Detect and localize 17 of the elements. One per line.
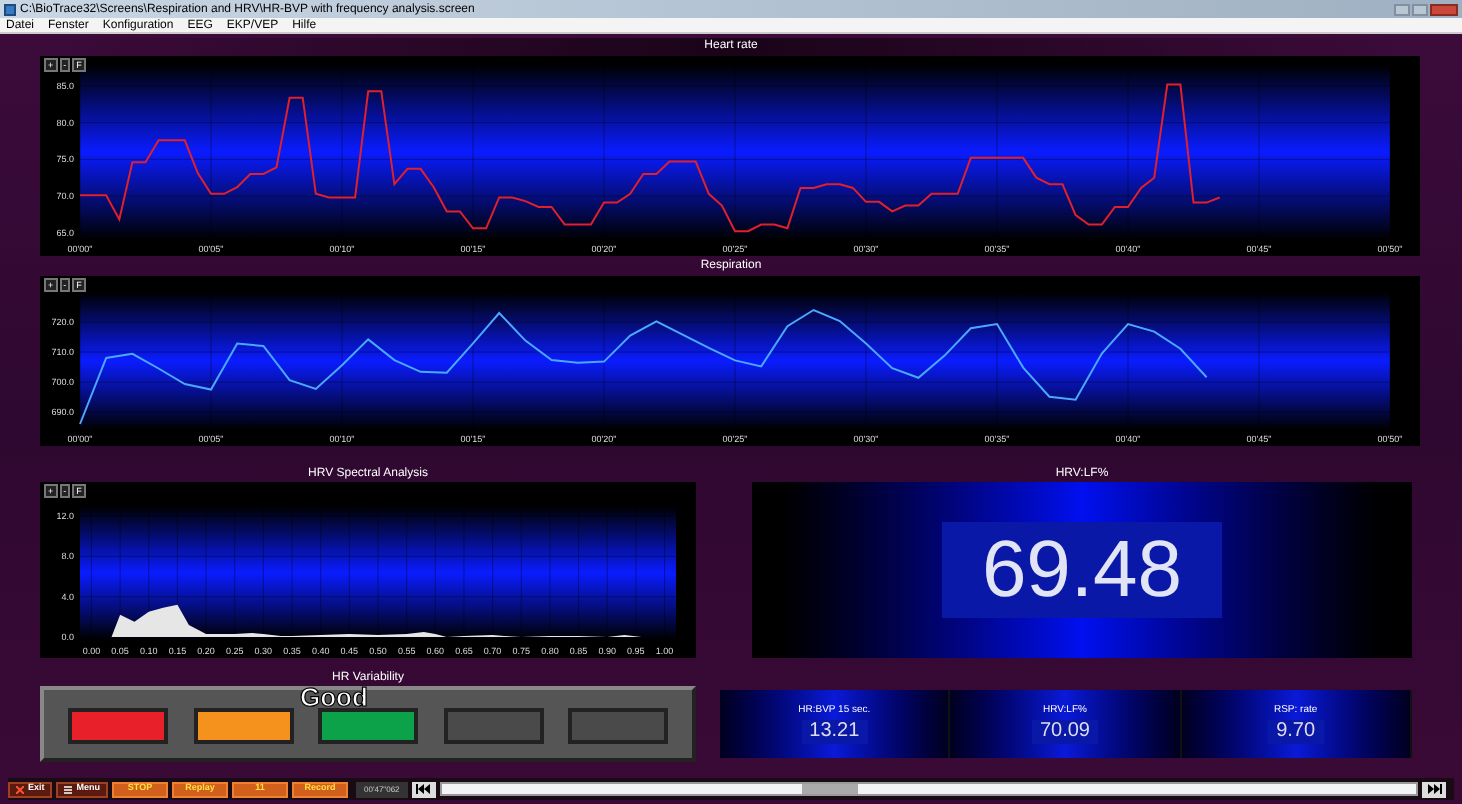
scroll-thumb[interactable] <box>802 784 859 794</box>
readout-value: 9.70 <box>1268 720 1324 744</box>
maximize-button[interactable] <box>1412 3 1428 15</box>
close-button[interactable] <box>1430 3 1458 15</box>
minimize-button[interactable] <box>1394 3 1410 15</box>
close-icon <box>16 785 24 793</box>
value-text: 69.48 <box>941 522 1223 618</box>
menu-icon <box>64 785 73 793</box>
readout-value: 70.09 <box>1031 720 1098 744</box>
skip-back-icon <box>415 784 432 794</box>
forward-button[interactable] <box>1422 781 1446 797</box>
rating-label: Good <box>300 684 368 710</box>
skip-forward-icon <box>1426 784 1442 794</box>
app-icon <box>4 3 16 15</box>
readout-value: 13.21 <box>801 720 868 744</box>
position-scrollbar[interactable] <box>439 782 1418 796</box>
rewind-button[interactable] <box>411 781 436 797</box>
